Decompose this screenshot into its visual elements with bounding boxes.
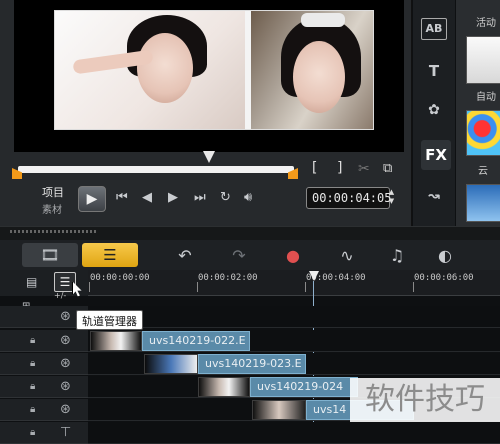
ruler-tick bbox=[413, 282, 414, 292]
motion-track-icon[interactable]: ◐ bbox=[432, 246, 458, 265]
clip[interactable]: uvs140219-024 bbox=[250, 377, 358, 397]
clip-thumbnail[interactable] bbox=[198, 377, 250, 397]
film-reel-icon[interactable]: ⊛ bbox=[60, 309, 71, 324]
track-header: 🔒︎ ⊛ bbox=[0, 330, 88, 352]
timecode-display[interactable]: 00:00:04:05 bbox=[306, 187, 391, 209]
timeline-view-icon: ☰ bbox=[103, 246, 117, 264]
play-icon: ▶ bbox=[86, 191, 98, 207]
clip[interactable]: uvs140219-022.E bbox=[142, 331, 250, 351]
enlarge-preview-icon[interactable]: ⧉ bbox=[383, 161, 392, 176]
mark-out-button[interactable]: ] bbox=[336, 160, 344, 176]
path-icon[interactable]: ↝ bbox=[421, 188, 447, 210]
track-row: 🔒︎ ⊤ bbox=[0, 422, 500, 444]
photo-right bbox=[251, 11, 373, 129]
track-lane[interactable] bbox=[88, 422, 500, 444]
scrubber-track[interactable] bbox=[18, 166, 294, 173]
film-reel-icon[interactable]: ⊛ bbox=[60, 356, 71, 371]
track-lane[interactable] bbox=[88, 306, 500, 328]
clip[interactable]: uvs140219-023.E bbox=[198, 354, 306, 374]
library-thumbnail[interactable] bbox=[466, 184, 500, 222]
library-panel: 活动 自动 云 bbox=[456, 0, 500, 226]
track-header: 🔒︎ ⊤ bbox=[0, 422, 88, 444]
clip-thumbnail[interactable] bbox=[90, 331, 142, 351]
lock-icon[interactable]: 🔒︎ bbox=[30, 335, 35, 346]
list-icon: ☰ bbox=[59, 275, 71, 289]
tab-title[interactable]: T bbox=[421, 62, 447, 84]
watermark: 软件技巧 bbox=[350, 378, 500, 422]
previous-frame-icon[interactable]: ◀ bbox=[142, 190, 152, 205]
timeline-view-button[interactable]: ☰ bbox=[82, 243, 138, 267]
lock-icon[interactable]: 🔒︎ bbox=[30, 381, 35, 392]
library-item-label: 云 bbox=[478, 166, 488, 177]
track-row: ⊛ bbox=[0, 306, 500, 328]
ruler-tick-label: 00:00:02:00 bbox=[198, 273, 258, 283]
redo-icon[interactable]: ↷ bbox=[226, 246, 252, 265]
ruler-tick bbox=[197, 282, 198, 292]
end-icon[interactable]: ⏭ bbox=[194, 190, 206, 205]
tab-filter[interactable]: FX bbox=[421, 140, 451, 170]
ruler-tick-label: 00:00:06:00 bbox=[414, 273, 474, 283]
track-lane[interactable]: uvs140219-023.E bbox=[88, 353, 500, 375]
preview-window[interactable] bbox=[14, 0, 404, 152]
preview-image bbox=[54, 10, 374, 130]
track-view-icon[interactable]: ▤ bbox=[26, 275, 46, 289]
film-reel-icon[interactable]: ⊛ bbox=[60, 402, 71, 417]
ruler-tick bbox=[305, 282, 306, 292]
graphic-icon[interactable]: ✿ bbox=[421, 102, 447, 124]
storyboard-view-button[interactable]: 🎞︎ bbox=[22, 243, 78, 267]
library-thumbnail[interactable] bbox=[466, 110, 500, 156]
ruler-tick bbox=[89, 282, 90, 292]
library-thumbnail[interactable] bbox=[466, 36, 500, 84]
clip-mode-label[interactable]: 素材 bbox=[42, 201, 62, 216]
library-item-label: 活动 bbox=[476, 18, 496, 29]
library-tabs: AB T ✿ ↝ bbox=[413, 0, 455, 226]
track-row: 🔒︎ ⊛ uvs140219-022.E bbox=[0, 330, 500, 352]
volume-icon[interactable]: 🔊︎ bbox=[244, 190, 252, 205]
timecode-stepper[interactable]: ▲ ▼ bbox=[387, 188, 396, 208]
film-reel-icon[interactable]: ⊛ bbox=[60, 333, 71, 348]
auto-music-icon[interactable]: ♫ bbox=[384, 246, 410, 265]
library-item-label: 自动 bbox=[476, 92, 496, 103]
lock-icon[interactable]: 🔒︎ bbox=[30, 404, 35, 415]
splitter-grip[interactable] bbox=[10, 230, 98, 233]
audio-icon[interactable]: ∿ bbox=[334, 246, 360, 265]
photo-left bbox=[55, 11, 245, 129]
next-frame-icon[interactable]: ▶ bbox=[168, 190, 178, 205]
lock-icon[interactable]: 🔒︎ bbox=[30, 358, 35, 369]
ruler-tick-label: 00:00:00:00 bbox=[90, 273, 150, 283]
lock-icon[interactable]: 🔒︎ bbox=[30, 427, 35, 438]
storyboard-view-icon: 🎞︎ bbox=[40, 246, 60, 264]
tab-transition[interactable]: AB bbox=[421, 18, 447, 40]
film-reel-icon[interactable]: ⊛ bbox=[60, 379, 71, 394]
track-header: 🔒︎ ⊛ bbox=[0, 399, 88, 421]
home-icon[interactable]: ⏮ bbox=[116, 190, 128, 205]
track-header: 🔒︎ ⊛ bbox=[0, 376, 88, 398]
clip-thumbnail[interactable] bbox=[252, 400, 306, 420]
project-mode-label[interactable]: 项目 bbox=[42, 184, 64, 200]
mark-in-button[interactable]: [ bbox=[310, 160, 318, 176]
record-icon[interactable]: ● bbox=[280, 246, 306, 265]
clip-thumbnail[interactable] bbox=[144, 354, 198, 374]
track-manager-tooltip: 轨道管理器 bbox=[76, 310, 143, 330]
track-lane[interactable]: uvs140219-022.E bbox=[88, 330, 500, 352]
undo-icon[interactable]: ↶ bbox=[172, 246, 198, 265]
add-remove-track-label[interactable]: +/- bbox=[54, 291, 66, 300]
track-header: ⊛ bbox=[0, 306, 88, 328]
panel-splitter[interactable] bbox=[0, 226, 500, 240]
scissors-icon[interactable]: ✂ bbox=[358, 161, 370, 177]
track-header: 🔒︎ ⊛ bbox=[0, 353, 88, 375]
track-row: 🔒︎ ⊛ uvs140219-023.E bbox=[0, 353, 500, 375]
play-button[interactable]: ▶ bbox=[78, 186, 106, 212]
repeat-icon[interactable]: ↻ bbox=[220, 190, 231, 205]
